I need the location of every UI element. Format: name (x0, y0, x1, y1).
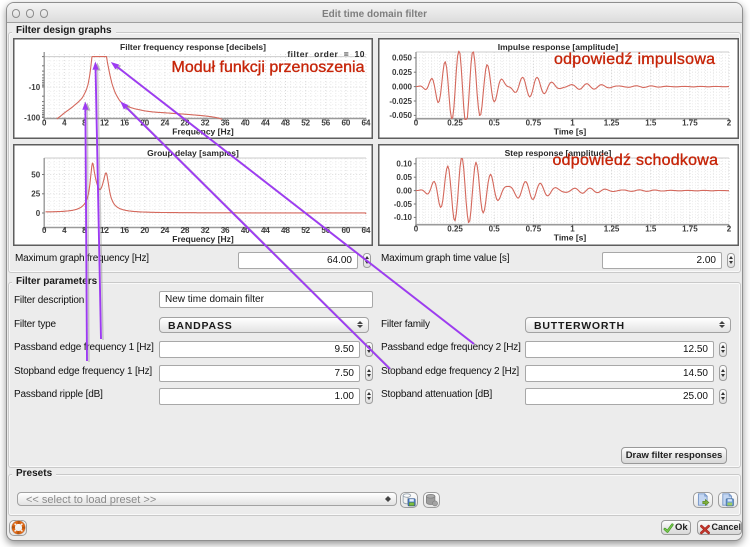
svg-text:8: 8 (82, 119, 87, 128)
svg-text:8: 8 (82, 226, 87, 235)
svg-text:48: 48 (281, 226, 290, 235)
svg-text:0: 0 (414, 119, 419, 128)
svg-text:25: 25 (31, 190, 40, 199)
svg-text:Group delay [samples]: Group delay [samples] (147, 148, 239, 158)
svg-text:2: 2 (727, 225, 732, 234)
svg-text:52: 52 (301, 119, 310, 128)
svg-text:2: 2 (727, 119, 732, 128)
svg-text:16: 16 (120, 119, 129, 128)
svg-text:filter order = 10: filter order = 10 (287, 49, 365, 59)
svg-text:24: 24 (160, 226, 169, 235)
svg-text:4: 4 (62, 226, 67, 235)
svg-text:56: 56 (321, 119, 330, 128)
svg-text:1.5: 1.5 (645, 119, 657, 128)
svg-text:Time [s]: Time [s] (554, 233, 587, 243)
svg-text:56: 56 (321, 226, 330, 235)
svg-text:-0.050: -0.050 (389, 111, 412, 120)
svg-text:0: 0 (414, 225, 419, 234)
svg-text:0.5: 0.5 (489, 225, 501, 234)
svg-text:Time [s]: Time [s] (554, 127, 587, 137)
svg-text:24: 24 (160, 119, 169, 128)
svg-text:0.75: 0.75 (526, 119, 542, 128)
svg-text:-0.025: -0.025 (389, 97, 412, 106)
svg-text:0.050: 0.050 (392, 54, 413, 63)
svg-text:4: 4 (62, 119, 67, 128)
svg-text:Frequency [Hz]: Frequency [Hz] (172, 127, 234, 137)
svg-text:0: 0 (42, 226, 47, 235)
svg-text:0.000: 0.000 (392, 82, 413, 91)
svg-text:60: 60 (341, 119, 350, 128)
svg-text:0: 0 (42, 119, 47, 128)
svg-text:40: 40 (241, 119, 250, 128)
svg-text:-0.10: -0.10 (394, 213, 413, 222)
svg-text:16: 16 (120, 226, 129, 235)
svg-text:52: 52 (301, 226, 310, 235)
svg-text:40: 40 (241, 226, 250, 235)
svg-text:0.25: 0.25 (447, 119, 463, 128)
svg-text:20: 20 (140, 226, 149, 235)
svg-text:0.025: 0.025 (392, 68, 413, 77)
svg-text:12: 12 (100, 226, 109, 235)
svg-text:0.75: 0.75 (526, 225, 542, 234)
svg-text:12: 12 (100, 119, 109, 128)
svg-text:0.05: 0.05 (396, 173, 412, 182)
svg-text:64: 64 (362, 119, 371, 128)
svg-text:0.00: 0.00 (396, 186, 412, 195)
svg-text:Filter frequency response [dec: Filter frequency response [decibels] (120, 42, 266, 52)
svg-text:50: 50 (31, 170, 40, 179)
svg-text:44: 44 (261, 226, 270, 235)
svg-text:20: 20 (140, 119, 149, 128)
svg-text:0.10: 0.10 (396, 160, 412, 169)
svg-text:0.25: 0.25 (447, 225, 463, 234)
svg-text:-0.05: -0.05 (394, 200, 413, 209)
svg-text:1.25: 1.25 (604, 225, 620, 234)
svg-text:Frequency [Hz]: Frequency [Hz] (172, 234, 234, 244)
svg-text:0: 0 (36, 209, 41, 218)
svg-text:1.75: 1.75 (682, 119, 698, 128)
svg-text:48: 48 (281, 119, 290, 128)
svg-text:0.5: 0.5 (489, 119, 501, 128)
svg-text:1.75: 1.75 (682, 225, 698, 234)
svg-text:44: 44 (261, 119, 270, 128)
svg-text:60: 60 (341, 226, 350, 235)
svg-text:-100: -100 (24, 113, 41, 122)
svg-text:-10: -10 (29, 83, 41, 92)
svg-text:1.5: 1.5 (645, 225, 657, 234)
svg-text:1.25: 1.25 (604, 119, 620, 128)
svg-text:64: 64 (362, 226, 371, 235)
